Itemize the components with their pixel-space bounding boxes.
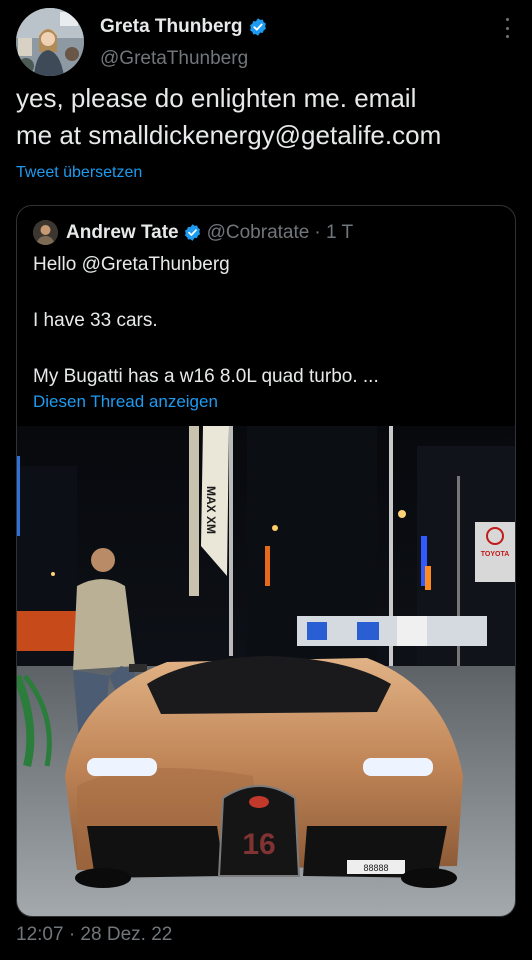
quoted-tweet-photo[interactable]: MAX XM TOYOTA 16 88888	[17, 426, 515, 916]
author-handle[interactable]: @GretaThunberg	[100, 48, 248, 70]
tweet-text: yes, please do enlighten me. email me at…	[16, 83, 442, 150]
author-name[interactable]: Greta Thunberg	[100, 16, 243, 38]
more-options-icon[interactable]	[498, 18, 516, 38]
show-thread-link[interactable]: Diesen Thread anzeigen	[33, 392, 218, 412]
toyota-sign-text: TOYOTA	[481, 551, 510, 558]
author-avatar[interactable]	[16, 8, 84, 76]
quoted-tweet-header: Andrew Tate @Cobratate · 1 T	[33, 220, 353, 245]
quoted-author-avatar[interactable]	[33, 220, 58, 245]
tweet-header: Greta Thunberg @GretaThunberg	[16, 8, 516, 76]
verified-badge-icon	[249, 18, 266, 36]
quoted-author-handle[interactable]: @Cobratate	[207, 222, 310, 244]
quoted-tweet-age: · 1 T	[314, 221, 354, 243]
verified-badge-icon	[184, 224, 200, 241]
tweet-timestamp[interactable]: 12:07 · 28 Dez. 22	[16, 924, 172, 946]
banner-text: MAX XM	[204, 486, 218, 534]
translate-link[interactable]: Tweet übersetzen	[16, 164, 142, 182]
svg-text:16: 16	[242, 828, 275, 861]
quoted-text-line: Hello @GretaThunberg	[33, 254, 230, 275]
license-plate-text: 88888	[363, 863, 388, 873]
quoted-author-name[interactable]: Andrew Tate	[66, 222, 179, 244]
quoted-tweet[interactable]: Andrew Tate @Cobratate · 1 T Hello @Gret…	[16, 205, 516, 917]
quoted-text-line: My Bugatti has a w16 8.0L quad turbo. ..…	[33, 366, 379, 387]
quoted-text-line: I have 33 cars.	[33, 310, 158, 331]
